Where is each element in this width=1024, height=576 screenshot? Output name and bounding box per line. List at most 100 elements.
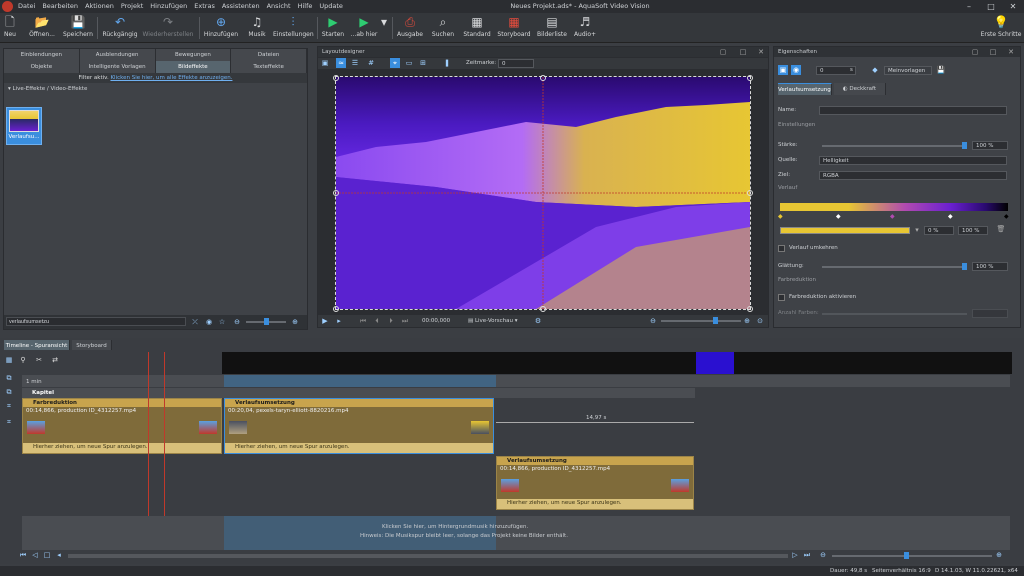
new-track-drop-zone[interactable]: Hierher ziehen, um neue Spur anzulegen. [497, 499, 693, 509]
start-from-here-button[interactable]: ▶ ...ab hier [350, 15, 378, 41]
smooth-slider[interactable] [822, 263, 967, 270]
resize-handle[interactable] [747, 306, 753, 312]
music-track[interactable]: Klicken Sie hier, um Hintergrundmusik hi… [22, 516, 1010, 550]
resize-handle[interactable] [333, 75, 339, 81]
marker-pin-icon[interactable]: ⚲ [18, 355, 28, 365]
open-button[interactable]: 📂 Öffnen... [28, 15, 56, 41]
maximize-button[interactable]: □ [980, 0, 1002, 13]
preview-canvas[interactable] [335, 76, 751, 310]
effect-tile-verlaufsumsetzung[interactable]: Verlaufsu... [6, 107, 42, 145]
list-icon[interactable]: ☰ [350, 58, 360, 68]
storyboard-view-button[interactable]: ▦ Storyboard [496, 15, 532, 41]
preview-mode-select[interactable]: ▤ Live-Vorschau ▾ [468, 318, 518, 324]
menu-datei[interactable]: Datei [18, 2, 35, 10]
gradient-stop-marker[interactable]: ◆ [890, 213, 895, 220]
menu-update[interactable]: Update [319, 2, 343, 10]
play-icon[interactable]: ▷ [790, 550, 800, 560]
align-icon[interactable]: ⊞ [418, 58, 428, 68]
menu-projekt[interactable]: Projekt [121, 2, 143, 10]
clip-farbreduktion[interactable]: Farbreduktion 00:14,866, production ID_4… [22, 398, 222, 454]
gradient-stop-marker[interactable]: ◆ [1004, 213, 1009, 220]
tab-objekte[interactable]: Objekte [4, 61, 80, 73]
gradient-position-1[interactable]: 0 % [924, 226, 954, 235]
tab-einblendungen[interactable]: Einblendungen [4, 49, 80, 61]
show-all-effects-link[interactable]: Klicken Sie hier, um alle Effekte anzuze… [110, 75, 232, 81]
eye-icon[interactable]: ◉ [791, 65, 801, 75]
output-button[interactable]: ⎙ Ausgabe [396, 15, 424, 41]
crop-icon[interactable]: ⌗ [4, 401, 14, 411]
tab-timeline[interactable]: Timeline - Spuransicht [4, 340, 70, 350]
frame-icon[interactable]: ▣ [778, 65, 788, 75]
to-start-icon[interactable]: ⏮ [18, 550, 28, 560]
slider-knob[interactable] [962, 142, 967, 149]
clip-verlaufsumsetzung-2[interactable]: Verlaufsumsetzung 00:14,866, production … [496, 456, 694, 510]
prev-frame-icon[interactable]: ⏴ [372, 316, 382, 326]
template-button[interactable]: Meinvorlagen [884, 66, 932, 75]
tab-intelligente-vorlagen[interactable]: Intelligente Vorlagen [79, 61, 156, 73]
select-frame-icon[interactable]: ▣ [320, 58, 330, 68]
first-frame-icon[interactable]: ⏮ [358, 316, 368, 326]
timeline-ruler[interactable]: 1 min [22, 375, 1010, 387]
strength-value[interactable]: 100 % [972, 141, 1008, 150]
tab-verlaufsumsetzung[interactable]: Verlaufsumsetzung [778, 83, 832, 95]
play-menu-icon[interactable]: ▸ [334, 316, 344, 326]
slider-knob[interactable] [713, 317, 718, 324]
grid-icon[interactable]: # [366, 58, 376, 68]
tab-bewegungen[interactable]: Bewegungen [155, 49, 232, 61]
gear-icon[interactable]: ⚙ [533, 316, 543, 326]
source-select[interactable]: Helligkeit [819, 156, 1007, 165]
zoom-out-icon[interactable]: ⊖ [818, 550, 828, 560]
num-colors-slider[interactable] [822, 313, 967, 315]
search-button[interactable]: ⌕ Suchen [430, 15, 456, 41]
tab-ausblendungen[interactable]: Ausblendungen [79, 49, 156, 61]
gradient-stop-marker[interactable]: ◆ [836, 213, 841, 220]
next-frame-icon[interactable]: ⏵ [386, 316, 396, 326]
tab-dateien[interactable]: Dateien [231, 49, 307, 61]
resize-handle[interactable] [540, 75, 546, 81]
scroll-left-icon[interactable]: ◂ [54, 550, 64, 560]
start-dropdown-button[interactable]: ▾ [380, 15, 388, 41]
play-preview-icon[interactable]: ▶ [320, 316, 330, 326]
close-panel-icon[interactable]: ✕ [756, 47, 766, 57]
tab-deckkraft[interactable]: ◐ Deckkraft [833, 83, 886, 95]
new-track-drop-zone[interactable]: Hierher ziehen, um neue Spur anzulegen. [225, 443, 493, 453]
thumbnail-size-slider[interactable] [246, 318, 286, 325]
eye-icon[interactable]: ◉ [204, 317, 214, 327]
color-reduction-checkbox[interactable] [778, 294, 785, 301]
keyframe-icon[interactable]: ◆ [870, 65, 880, 75]
music-button[interactable]: ♫ Musik [245, 15, 269, 41]
start-button[interactable]: ▶ Starten [321, 15, 345, 41]
selected-range[interactable] [224, 375, 496, 387]
scissors-icon[interactable]: ✂ [34, 355, 44, 365]
film-icon[interactable]: ▦ [4, 355, 14, 365]
fit-icon[interactable]: ⊙ [755, 316, 765, 326]
marker-input[interactable]: 0 [498, 59, 534, 68]
star-icon[interactable]: ☆ [217, 317, 227, 327]
crop-icon[interactable]: ⌗ [4, 417, 14, 427]
zoom-out-icon[interactable]: ⊖ [648, 316, 658, 326]
effect-search-input[interactable] [6, 317, 186, 326]
menu-hilfe[interactable]: Hilfe [298, 2, 313, 10]
copy-track-icon[interactable]: ⧉ [4, 373, 14, 383]
settings-button[interactable]: ⫶ Einstellungen [273, 15, 314, 41]
strength-slider[interactable] [822, 142, 967, 149]
safe-area-icon[interactable]: ▭ [404, 58, 414, 68]
tab-texteffekte[interactable]: Texteffekte [231, 61, 307, 73]
smooth-value[interactable]: 100 % [972, 262, 1008, 271]
standard-view-button[interactable]: ▦ Standard [462, 15, 492, 41]
tab-bildeffekte[interactable]: Bildeffekte [155, 61, 232, 73]
preview-zoom-slider[interactable] [661, 317, 741, 324]
float-panel-icon[interactable]: ▢ [718, 47, 728, 57]
wave-icon[interactable]: ≈ [336, 58, 346, 68]
copy-track-icon[interactable]: ⧉ [4, 387, 14, 397]
float-panel-icon[interactable]: ▢ [970, 47, 980, 57]
gradient-stop-marker[interactable]: ◆ [948, 213, 953, 220]
close-button[interactable]: ✕ [1002, 0, 1024, 13]
name-input[interactable] [819, 106, 1007, 115]
marker-icon[interactable]: ❚ [442, 58, 452, 68]
clear-search-icon[interactable]: ⤫ [190, 317, 200, 327]
save-template-icon[interactable]: 💾 [936, 65, 946, 75]
image-list-button[interactable]: ▤ Bilderliste [536, 15, 568, 41]
resize-handle[interactable] [333, 306, 339, 312]
menu-ansicht[interactable]: Ansicht [267, 2, 291, 10]
